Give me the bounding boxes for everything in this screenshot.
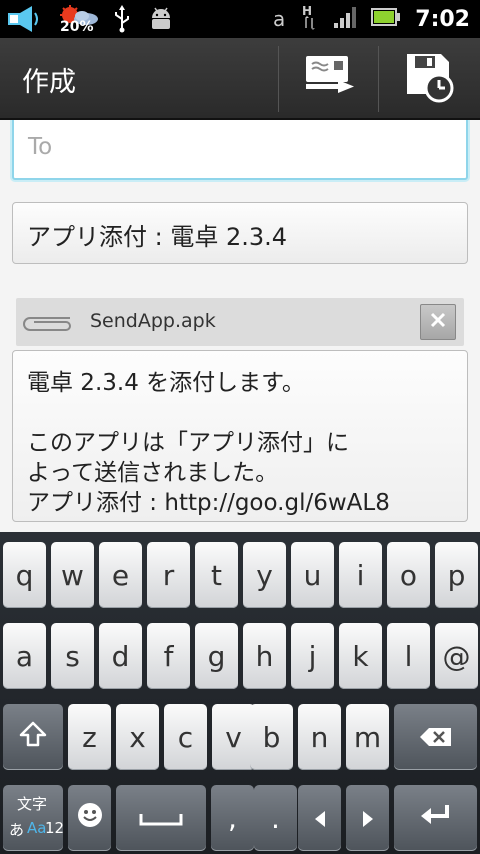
body-line: よって送信されました。: [27, 460, 279, 486]
speaker-icon: [6, 4, 46, 38]
emoji-key[interactable]: [68, 785, 111, 851]
period-key[interactable]: .: [254, 785, 297, 851]
svg-text:H: H: [302, 4, 312, 18]
close-icon: [429, 311, 447, 333]
key-p[interactable]: p: [435, 542, 478, 608]
mode-label-alpha: Aa: [27, 819, 47, 837]
key-d[interactable]: d: [99, 623, 142, 689]
key-a[interactable]: a: [3, 623, 46, 689]
key-r[interactable]: r: [147, 542, 190, 608]
clock: 7:02: [415, 6, 470, 32]
key-at[interactable]: @: [435, 623, 478, 689]
key-o[interactable]: o: [387, 542, 430, 608]
smiley-icon: [77, 802, 103, 835]
key-f[interactable]: f: [147, 623, 190, 689]
save-draft-icon: [403, 50, 457, 108]
subject-field[interactable]: アプリ添付 : 電卓 2.3.4: [12, 202, 468, 264]
comma-key[interactable]: ,: [211, 785, 254, 851]
mode-label-number: 12: [45, 819, 65, 837]
shift-key[interactable]: [3, 704, 63, 770]
key-w[interactable]: w: [51, 542, 94, 608]
battery-icon: [371, 8, 401, 30]
body-line: アプリ添付 : http://goo.gl/6wAL8: [27, 490, 390, 516]
key-i[interactable]: i: [339, 542, 382, 608]
signal-icon: [333, 5, 357, 33]
status-bar-system: a H 7:02: [273, 4, 470, 34]
shift-arrow-icon: [18, 720, 48, 755]
action-bar-divider: [378, 46, 379, 112]
attachment-row: SendApp.apk: [16, 298, 464, 346]
key-c[interactable]: c: [164, 704, 207, 770]
mode-label-moji: 文字: [17, 795, 48, 813]
mode-label-hiragana: あ: [9, 821, 25, 839]
key-j[interactable]: j: [291, 623, 334, 689]
compose-form: To アプリ添付 : 電卓 2.3.4 SendApp.apk 電卓 2.3.4…: [0, 120, 480, 532]
enter-arrow-icon: [419, 802, 453, 835]
data-hspa-icon: H: [299, 3, 319, 35]
enter-key[interactable]: [394, 785, 477, 851]
body-line: 電卓 2.3.4 を添付します。: [27, 370, 305, 396]
key-e[interactable]: e: [99, 542, 142, 608]
key-h[interactable]: h: [243, 623, 286, 689]
cursor-left-key[interactable]: [298, 785, 341, 851]
backspace-icon: [419, 721, 453, 754]
key-s[interactable]: s: [51, 623, 94, 689]
to-field[interactable]: To: [12, 120, 468, 180]
soft-keyboard: q w e r t y u i o p a s d f g h j k l @ …: [0, 532, 480, 854]
backspace-key[interactable]: [394, 704, 477, 770]
message-body-field[interactable]: 電卓 2.3.4 を添付します。 このアプリは「アプリ添付」に よって送信されま…: [12, 350, 468, 522]
send-button[interactable]: [280, 38, 380, 120]
space-key[interactable]: [116, 785, 206, 851]
android-debug-icon: [148, 6, 174, 36]
remove-attachment-button[interactable]: [420, 304, 456, 340]
key-k[interactable]: k: [339, 623, 382, 689]
input-method-icon: a: [273, 7, 286, 31]
key-t[interactable]: t: [195, 542, 238, 608]
key-m[interactable]: m: [346, 704, 389, 770]
usb-icon: [112, 5, 132, 37]
key-y[interactable]: y: [243, 542, 286, 608]
status-bar-notifications: 20%: [6, 4, 174, 38]
screen-title: 作成: [22, 67, 76, 98]
cursor-right-key[interactable]: [346, 785, 389, 851]
subject-text: アプリ添付 : 電卓 2.3.4: [27, 223, 288, 251]
key-b[interactable]: b: [250, 704, 293, 770]
key-u[interactable]: u: [291, 542, 334, 608]
battery-percent-text: 20%: [60, 19, 94, 35]
action-bar-divider: [278, 46, 279, 112]
send-icon: [304, 54, 356, 104]
input-mode-key[interactable]: 文字 あ Aa 12: [3, 785, 65, 851]
paperclip-icon: [20, 312, 76, 336]
attachment-name: SendApp.apk: [90, 310, 216, 332]
key-z[interactable]: z: [68, 704, 111, 770]
triangle-left-icon: [313, 802, 327, 835]
body-line: このアプリは「アプリ添付」に: [27, 430, 349, 456]
save-draft-button[interactable]: [380, 38, 480, 120]
to-input-placeholder: To: [28, 134, 53, 160]
key-q[interactable]: q: [3, 542, 46, 608]
triangle-right-icon: [361, 802, 375, 835]
space-bar-icon: [139, 802, 183, 835]
weather-icon: 20%: [56, 5, 102, 37]
key-x[interactable]: x: [116, 704, 159, 770]
key-l[interactable]: l: [387, 623, 430, 689]
action-bar: 作成: [0, 38, 480, 120]
status-bar: 20% a H 7:02: [0, 0, 480, 38]
key-n[interactable]: n: [298, 704, 341, 770]
key-v[interactable]: v: [212, 704, 255, 770]
key-g[interactable]: g: [195, 623, 238, 689]
